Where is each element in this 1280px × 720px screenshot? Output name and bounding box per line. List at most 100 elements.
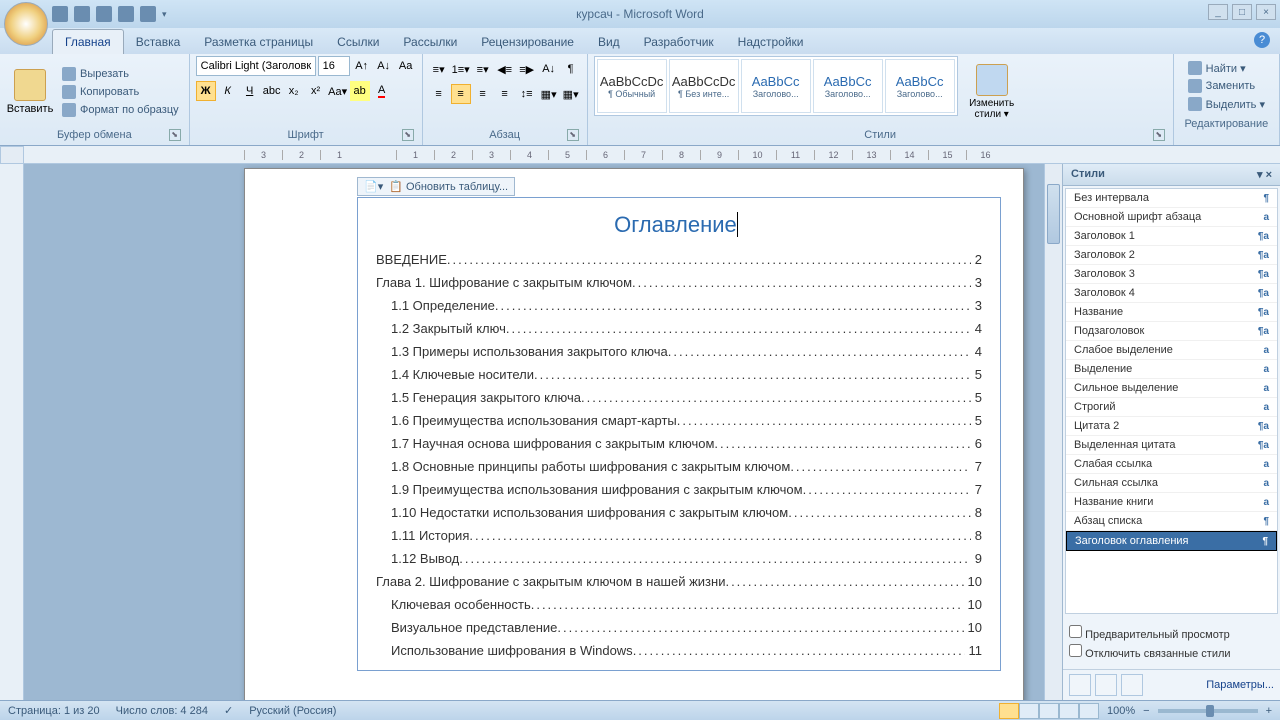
style-list-item[interactable]: Заголовок 4¶a: [1066, 284, 1277, 303]
bold-button[interactable]: Ж: [196, 81, 216, 101]
shrink-font-button[interactable]: A↓: [374, 56, 394, 76]
paragraph-launcher[interactable]: ⬊: [567, 129, 579, 141]
style-list-item[interactable]: Выделенная цитата¶a: [1066, 436, 1277, 455]
font-color-button[interactable]: A: [372, 81, 392, 101]
toc-entry[interactable]: Визуальное представление10: [376, 616, 982, 639]
tab-Надстройки[interactable]: Надстройки: [726, 30, 816, 54]
style-list-item[interactable]: Заголовок 2¶a: [1066, 246, 1277, 265]
grow-font-button[interactable]: A↑: [352, 56, 372, 76]
style-list-item[interactable]: Название¶a: [1066, 303, 1277, 322]
numbering-button[interactable]: 1≡▾: [451, 59, 471, 79]
view-print-layout[interactable]: [999, 703, 1019, 719]
toc-field[interactable]: Оглавление ВВЕДЕНИЕ2Глава 1. Шифрование …: [357, 197, 1001, 671]
scrollbar-vertical[interactable]: [1044, 164, 1062, 700]
style-list-item[interactable]: Слабая ссылкаa: [1066, 455, 1277, 474]
ruler-vertical[interactable]: [0, 164, 24, 700]
find-button[interactable]: Найти ▾: [1184, 60, 1269, 76]
document-area[interactable]: 📄▾ 📋 Обновить таблицу... Оглавление ВВЕД…: [24, 164, 1062, 700]
align-center-button[interactable]: ≡: [451, 84, 471, 104]
font-launcher[interactable]: ⬊: [402, 129, 414, 141]
toc-entry[interactable]: ВВЕДЕНИЕ2: [376, 248, 982, 271]
view-outline[interactable]: [1059, 703, 1079, 719]
style-list-item[interactable]: Абзац списка¶: [1066, 512, 1277, 531]
zoom-slider[interactable]: [1158, 709, 1258, 713]
close-button[interactable]: ×: [1256, 4, 1276, 20]
tab-Рассылки[interactable]: Рассылки: [391, 30, 469, 54]
scrollbar-thumb[interactable]: [1047, 184, 1060, 244]
new-icon[interactable]: [118, 6, 134, 22]
style-inspector-icon[interactable]: [1095, 674, 1117, 696]
style-list-item[interactable]: Без интервала¶: [1066, 189, 1277, 208]
style-list-item[interactable]: Сильное выделениеa: [1066, 379, 1277, 398]
clear-format-button[interactable]: Aa: [396, 56, 416, 76]
toc-entry[interactable]: Глава 1. Шифрование с закрытым ключом3: [376, 271, 982, 294]
format-painter-button[interactable]: Формат по образцу: [58, 102, 183, 118]
panel-close-icon[interactable]: ×: [1266, 169, 1272, 181]
font-name-combo[interactable]: [196, 56, 316, 76]
toc-entry[interactable]: 1.7 Научная основа шифрования с закрытым…: [376, 432, 982, 455]
styles-gallery[interactable]: AaBbCcDc¶ ОбычныйAaBbCcDc¶ Без инте...Aa…: [594, 56, 958, 116]
style-gallery-item[interactable]: AaBbCcЗаголово...: [813, 59, 883, 113]
page[interactable]: 📄▾ 📋 Обновить таблицу... Оглавление ВВЕД…: [244, 168, 1024, 700]
style-list-item[interactable]: Основной шрифт абзацаa: [1066, 208, 1277, 227]
align-right-button[interactable]: ≡: [473, 84, 493, 104]
preview-checkbox[interactable]: Предварительный просмотр: [1069, 625, 1274, 641]
tab-Рецензирование[interactable]: Рецензирование: [469, 30, 586, 54]
toc-entry[interactable]: 1.4 Ключевые носители5: [376, 363, 982, 386]
toc-entry[interactable]: 1.3 Примеры использования закрытого ключ…: [376, 340, 982, 363]
ruler-corner[interactable]: [0, 146, 24, 164]
tab-Главная[interactable]: Главная: [52, 29, 124, 54]
line-spacing-button[interactable]: ↕≡: [517, 84, 537, 104]
paste-button[interactable]: Вставить: [6, 56, 54, 127]
borders-button[interactable]: ▦▾: [561, 84, 581, 104]
view-fullscreen[interactable]: [1019, 703, 1039, 719]
toc-entry[interactable]: 1.2 Закрытый ключ4: [376, 317, 982, 340]
select-button[interactable]: Выделить ▾: [1184, 96, 1269, 112]
help-icon[interactable]: ?: [1254, 32, 1270, 48]
style-gallery-item[interactable]: AaBbCcЗаголово...: [741, 59, 811, 113]
status-proofing-icon[interactable]: ✓: [224, 704, 233, 717]
undo-icon[interactable]: [74, 6, 90, 22]
italic-button[interactable]: К: [218, 81, 238, 101]
status-words[interactable]: Число слов: 4 284: [116, 705, 208, 717]
underline-button[interactable]: Ч: [240, 81, 260, 101]
justify-button[interactable]: ≡: [495, 84, 515, 104]
status-page[interactable]: Страница: 1 из 20: [8, 705, 100, 717]
copy-button[interactable]: Копировать: [58, 84, 183, 100]
sort-button[interactable]: A↓: [539, 59, 559, 79]
style-list-item[interactable]: Строгийa: [1066, 398, 1277, 417]
clipboard-launcher[interactable]: ⬊: [169, 129, 181, 141]
toc-entry[interactable]: 1.10 Недостатки использования шифрования…: [376, 501, 982, 524]
toc-entry[interactable]: 1.9 Преимущества использования шифровани…: [376, 478, 982, 501]
subscript-button[interactable]: x₂: [284, 81, 304, 101]
save-icon[interactable]: [52, 6, 68, 22]
toc-entry[interactable]: 1.1 Определение3: [376, 294, 982, 317]
style-gallery-item[interactable]: AaBbCcDc¶ Без инте...: [669, 59, 739, 113]
indent-inc-button[interactable]: ≡▶: [517, 59, 537, 79]
disable-linked-checkbox[interactable]: Отключить связанные стили: [1069, 644, 1274, 660]
style-list-item[interactable]: Цитата 2¶a: [1066, 417, 1277, 436]
params-link[interactable]: Параметры...: [1206, 679, 1274, 691]
replace-button[interactable]: Заменить: [1184, 78, 1269, 94]
cut-button[interactable]: Вырезать: [58, 66, 183, 82]
style-list-item[interactable]: Выделениеa: [1066, 360, 1277, 379]
toc-menu-icon[interactable]: 📄▾: [364, 180, 383, 193]
toc-entry[interactable]: 1.5 Генерация закрытого ключа5: [376, 386, 982, 409]
zoom-out-button[interactable]: −: [1143, 705, 1149, 717]
change-styles-button[interactable]: Изменить стили ▾: [962, 56, 1022, 127]
toc-entry[interactable]: Ключевая особенность10: [376, 593, 982, 616]
tab-Ссылки[interactable]: Ссылки: [325, 30, 391, 54]
indent-dec-button[interactable]: ◀≡: [495, 59, 515, 79]
office-button[interactable]: [4, 2, 48, 46]
style-list-item[interactable]: Сильная ссылкаa: [1066, 474, 1277, 493]
style-list-item[interactable]: Заголовок оглавления¶: [1066, 531, 1277, 551]
strike-button[interactable]: abc: [262, 81, 282, 101]
panel-dropdown-icon[interactable]: ▾: [1257, 169, 1263, 181]
tab-Разметка страницы[interactable]: Разметка страницы: [192, 30, 325, 54]
tab-Разработчик[interactable]: Разработчик: [632, 30, 726, 54]
align-left-button[interactable]: ≡: [429, 84, 449, 104]
styles-launcher[interactable]: ⬊: [1153, 129, 1165, 141]
styles-list[interactable]: Без интервала¶Основной шрифт абзацаa Заго…: [1065, 188, 1278, 614]
change-case-button[interactable]: Aa▾: [328, 81, 348, 101]
zoom-level[interactable]: 100%: [1107, 705, 1135, 717]
